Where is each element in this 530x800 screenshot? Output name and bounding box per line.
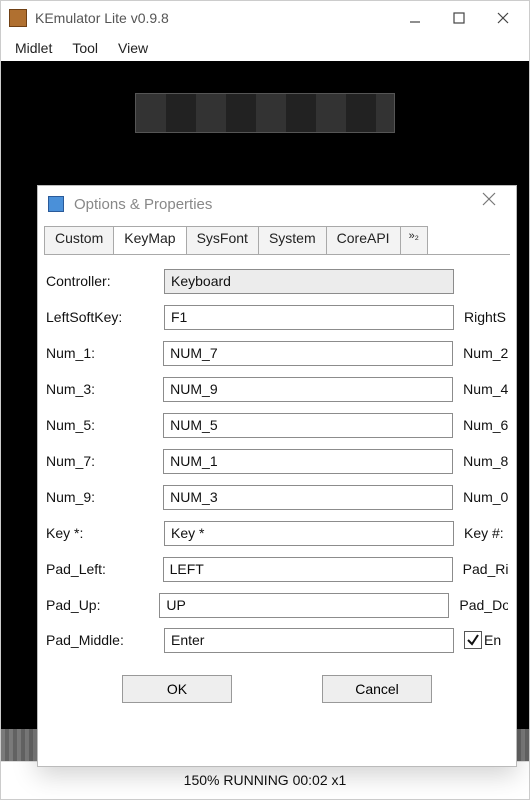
dialog-icon — [48, 196, 64, 212]
checkbox-enable[interactable] — [464, 631, 482, 649]
input-padleft[interactable]: LEFT — [163, 557, 453, 582]
input-keystar[interactable]: Key * — [164, 521, 454, 546]
check-icon — [467, 634, 479, 646]
game-tile-art — [135, 93, 395, 133]
menubar: Midlet Tool View — [1, 35, 529, 61]
close-icon — [482, 192, 496, 206]
close-button[interactable] — [481, 1, 525, 35]
label-padmiddle: Pad_Middle: — [46, 632, 164, 648]
label-padright-partial: Pad_Ri — [463, 561, 508, 577]
input-num3[interactable]: NUM_9 — [163, 377, 453, 402]
close-icon — [497, 12, 509, 24]
label-num1: Num_1: — [46, 345, 163, 361]
tab-more[interactable]: »₂ — [400, 226, 428, 254]
label-enable-partial: En — [484, 632, 501, 648]
label-num2-partial: Num_2 — [463, 345, 508, 361]
label-controller: Controller: — [46, 273, 164, 289]
input-leftsoftkey[interactable]: F1 — [164, 305, 454, 330]
input-num5[interactable]: NUM_5 — [163, 413, 453, 438]
input-padmiddle[interactable]: Enter — [164, 628, 454, 653]
input-num1[interactable]: NUM_7 — [163, 341, 453, 366]
label-keystar: Key *: — [46, 525, 164, 541]
emulator-canvas[interactable]: Options & Properties Custom KeyMap SysFo… — [1, 61, 529, 761]
titlebar: KEmulator Lite v0.9.8 — [1, 1, 529, 35]
checkbox-wrapper: En — [464, 631, 501, 649]
row-num7: Num_7: NUM_1 Num_8 — [46, 443, 508, 479]
row-keystar: Key *: Key * Key #: — [46, 515, 508, 551]
ok-button[interactable]: OK — [122, 675, 232, 703]
maximize-button[interactable] — [437, 1, 481, 35]
menu-tool[interactable]: Tool — [64, 38, 106, 58]
app-icon — [9, 9, 27, 27]
tab-keymap[interactable]: KeyMap — [113, 226, 186, 254]
minimize-icon — [409, 12, 421, 24]
dialog-close-button[interactable] — [482, 192, 506, 216]
label-num3: Num_3: — [46, 381, 163, 397]
label-padup: Pad_Up: — [46, 597, 159, 613]
row-padleft: Pad_Left: LEFT Pad_Ri — [46, 551, 508, 587]
status-text: 150% RUNNING 00:02 x1 — [184, 772, 347, 788]
tab-coreapi[interactable]: CoreAPI — [326, 226, 401, 254]
row-num9: Num_9: NUM_3 Num_0 — [46, 479, 508, 515]
cancel-button[interactable]: Cancel — [322, 675, 432, 703]
maximize-icon — [453, 12, 465, 24]
row-num1: Num_1: NUM_7 Num_2 — [46, 335, 508, 371]
row-leftsoftkey: LeftSoftKey: F1 RightS — [46, 299, 508, 335]
dialog-tabs: Custom KeyMap SysFont System CoreAPI »₂ — [44, 226, 510, 254]
label-num4-partial: Num_4 — [463, 381, 508, 397]
dialog-titlebar[interactable]: Options & Properties — [38, 186, 516, 222]
tab-sysfont[interactable]: SysFont — [186, 226, 259, 254]
label-keyhash-partial: Key #: — [464, 525, 504, 541]
label-num5: Num_5: — [46, 417, 163, 433]
input-num7[interactable]: NUM_1 — [163, 449, 453, 474]
row-num3: Num_3: NUM_9 Num_4 — [46, 371, 508, 407]
row-padup: Pad_Up: UP Pad_Do — [46, 587, 508, 623]
dialog-button-row: OK Cancel — [38, 661, 516, 711]
label-num7: Num_7: — [46, 453, 163, 469]
label-num9: Num_9: — [46, 489, 163, 505]
minimize-button[interactable] — [393, 1, 437, 35]
window-title: KEmulator Lite v0.9.8 — [35, 10, 393, 26]
label-leftsoftkey: LeftSoftKey: — [46, 309, 164, 325]
label-paddown-partial: Pad_Do — [459, 597, 508, 613]
row-controller: Controller: Keyboard — [46, 263, 508, 299]
options-dialog: Options & Properties Custom KeyMap SysFo… — [37, 185, 517, 767]
menu-view[interactable]: View — [110, 38, 156, 58]
input-num9[interactable]: NUM_3 — [163, 485, 453, 510]
tab-system[interactable]: System — [258, 226, 327, 254]
dropdown-controller[interactable]: Keyboard — [164, 269, 454, 294]
label-num8-partial: Num_8 — [463, 453, 508, 469]
input-padup[interactable]: UP — [159, 593, 449, 618]
label-rightsoftkey-partial: RightS — [464, 309, 506, 325]
menu-midlet[interactable]: Midlet — [7, 38, 60, 58]
row-num5: Num_5: NUM_5 Num_6 — [46, 407, 508, 443]
label-num0-partial: Num_0 — [463, 489, 508, 505]
tab-custom[interactable]: Custom — [44, 226, 114, 254]
label-padleft: Pad_Left: — [46, 561, 163, 577]
row-padmiddle: Pad_Middle: Enter En — [46, 623, 508, 657]
keymap-form: Controller: Keyboard LeftSoftKey: F1 Rig… — [38, 255, 516, 661]
dialog-title: Options & Properties — [74, 196, 482, 213]
label-num6-partial: Num_6 — [463, 417, 508, 433]
